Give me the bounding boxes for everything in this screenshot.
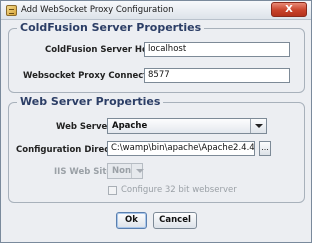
coldfusion-properties-group: ColdFusion Server Properties — [8, 21, 305, 93]
browse-button[interactable]: ... — [259, 141, 271, 156]
port-input[interactable]: 8577 — [144, 68, 290, 83]
cancel-button[interactable]: Cancel — [153, 212, 197, 229]
chevron-down-icon[interactable] — [131, 164, 144, 178]
chevron-down-icon[interactable] — [250, 119, 266, 133]
coldfusion-group-title: ColdFusion Server Properties — [17, 21, 205, 34]
close-button[interactable]: X — [271, 2, 307, 17]
iis-site-select[interactable]: None — [107, 163, 144, 179]
app-icon — [6, 5, 17, 16]
window-title: Add WebSocket Proxy Configuration — [21, 5, 174, 15]
host-input[interactable]: localhost — [144, 42, 290, 57]
config32-label[interactable]: Configure 32 bit webserver — [121, 185, 237, 195]
ok-button[interactable]: Ok — [116, 212, 147, 229]
web-server-value: Apache — [112, 121, 148, 131]
web-server-select[interactable]: Apache — [107, 118, 267, 134]
config-dir-input[interactable]: C:\wamp\bin\apache\Apache2.4.4\conf — [107, 141, 255, 156]
title-bar[interactable]: Add WebSocket Proxy Configuration X — [1, 1, 311, 20]
dialog-window: Add WebSocket Proxy Configuration X Cold… — [0, 0, 312, 243]
webserver-group-title: Web Server Properties — [17, 95, 164, 108]
config32-checkbox[interactable] — [108, 186, 117, 195]
